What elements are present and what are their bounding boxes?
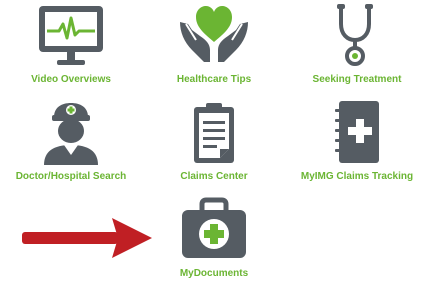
menu-item-label: Seeking Treatment [312, 74, 402, 85]
stethoscope-icon [337, 4, 373, 66]
menu-item-label: Video Overviews [31, 74, 111, 85]
menu-item-healthcare-tips[interactable]: Healthcare Tips [143, 2, 285, 86]
menu-item-label: Doctor/Hospital Search [15, 171, 127, 182]
menu-item-label: MyIMG Claims Tracking [300, 171, 414, 182]
menu-item-mydocuments[interactable]: MyDocuments [143, 196, 285, 280]
pointer-arrow-icon [22, 218, 152, 258]
menu-item-doctor-hospital-search[interactable]: Doctor/Hospital Search [0, 99, 142, 183]
clipboard-icon [194, 103, 234, 163]
medical-kit-icon [182, 197, 246, 258]
menu-item-seeking-treatment[interactable]: Seeking Treatment [286, 2, 428, 86]
nurse-icon [44, 103, 98, 165]
menu-item-myimg-claims-tracking[interactable]: MyIMG Claims Tracking [286, 99, 428, 183]
menu-item-label: Healthcare Tips [176, 74, 252, 85]
menu-item-label: MyDocuments [179, 268, 249, 279]
hands-heart-icon [180, 6, 248, 62]
monitor-heartbeat-icon [39, 6, 103, 65]
menu-item-label: Claims Center [180, 171, 248, 182]
menu-item-video-overviews[interactable]: Video Overviews [0, 2, 142, 86]
menu-item-claims-center[interactable]: Claims Center [143, 99, 285, 183]
medical-notebook-icon [335, 101, 379, 163]
